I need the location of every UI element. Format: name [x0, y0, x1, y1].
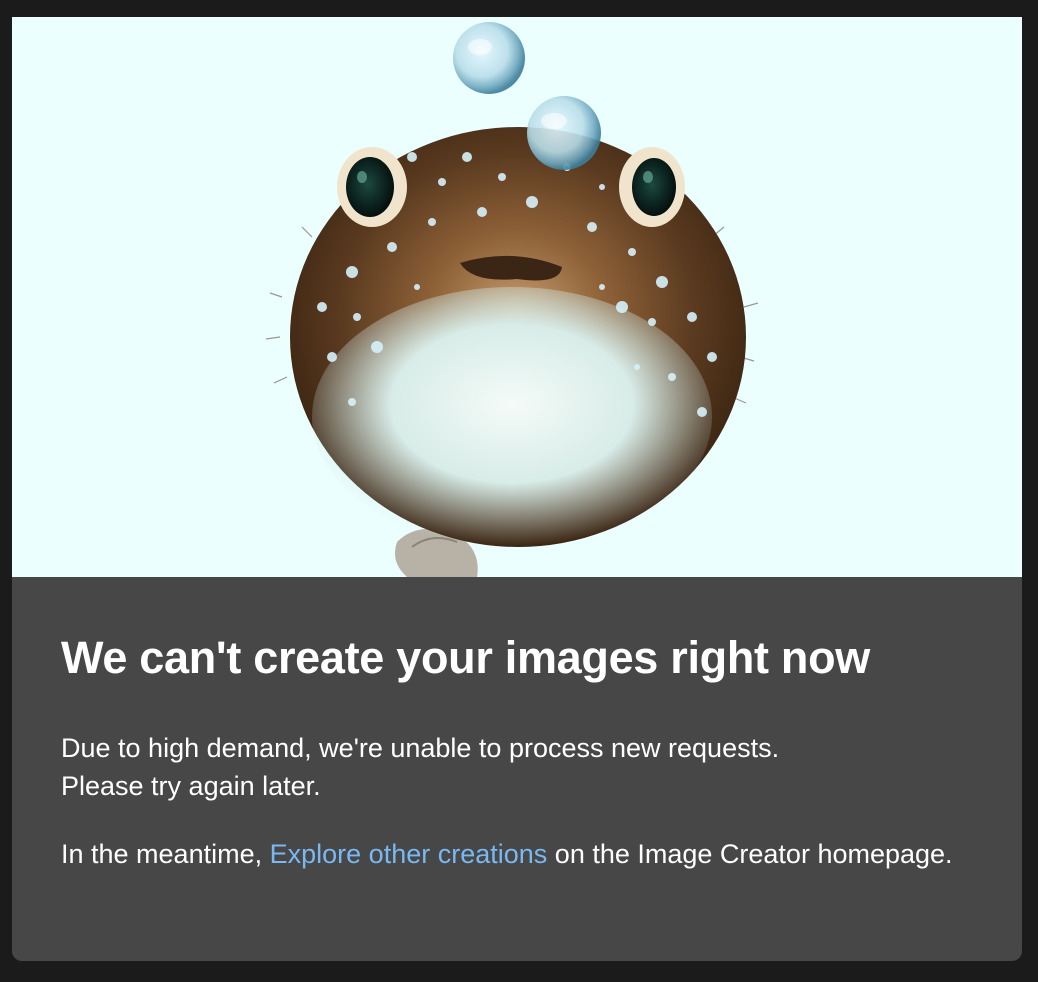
- meantime-suffix: on the Image Creator homepage.: [554, 839, 953, 869]
- meantime-prefix: In the meantime,: [61, 839, 263, 869]
- error-message: Due to high demand, we're unable to proc…: [61, 729, 961, 805]
- meantime-message: In the meantime, Explore other creations…: [61, 835, 961, 873]
- pufferfish-illustration: [265, 22, 759, 577]
- error-message-line1: Due to high demand, we're unable to proc…: [61, 733, 780, 763]
- error-card: We can't create your images right now Du…: [12, 17, 1022, 961]
- error-message-line2: Please try again later.: [61, 771, 321, 801]
- hero-image: [12, 17, 1022, 577]
- error-title: We can't create your images right now: [61, 632, 870, 683]
- explore-creations-link[interactable]: Explore other creations: [270, 839, 548, 869]
- error-content: We can't create your images right now Du…: [61, 629, 961, 873]
